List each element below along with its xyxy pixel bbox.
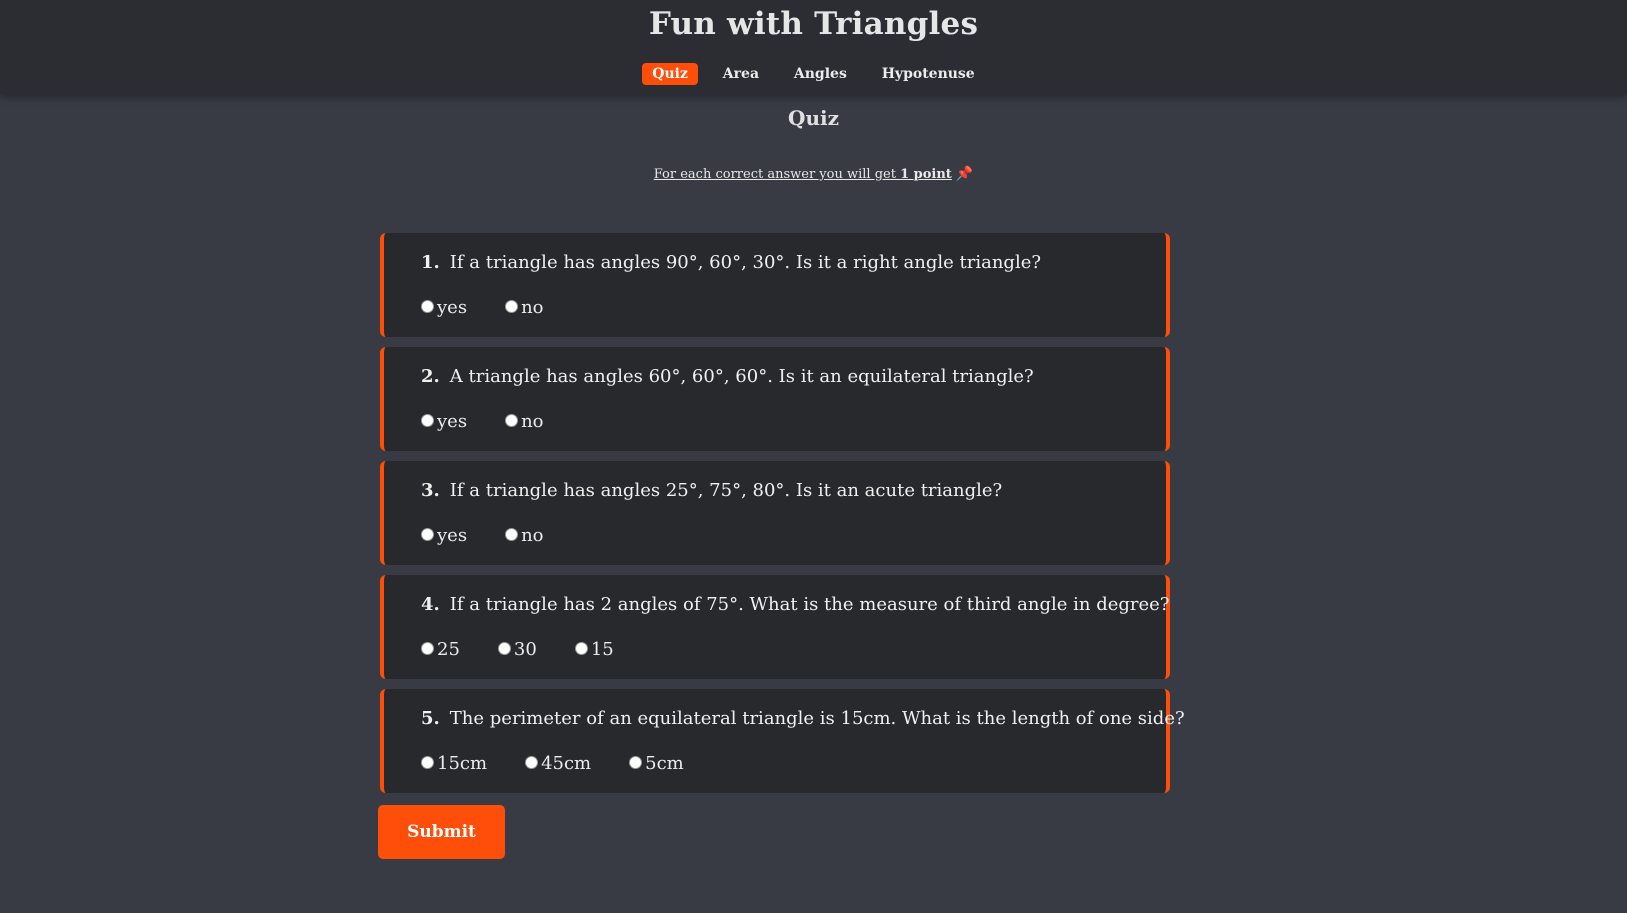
- page-title: Quiz: [788, 106, 839, 130]
- answer-option[interactable]: 15: [574, 639, 614, 660]
- answer-option-label: yes: [437, 411, 468, 432]
- nav-item-angles[interactable]: Angles: [784, 63, 857, 85]
- answer-option-label: 45cm: [541, 753, 592, 774]
- radio-button[interactable]: [505, 413, 519, 427]
- answer-options: yes no: [421, 297, 582, 318]
- points-note-prefix: For each correct answer you will get: [653, 167, 901, 182]
- question-text: 1. If a triangle has angles 90°, 60°, 30°…: [421, 252, 1041, 273]
- question-label: If a triangle has 2 angles of 75°. What …: [449, 594, 1170, 615]
- answer-option[interactable]: 25: [421, 639, 460, 660]
- answer-options: yes no: [421, 525, 582, 546]
- answer-option[interactable]: no: [505, 297, 544, 318]
- answer-option[interactable]: 5cm: [629, 753, 684, 774]
- answer-option-label: yes: [437, 525, 468, 546]
- radio-button[interactable]: [421, 299, 434, 313]
- answer-option-label: no: [521, 525, 544, 546]
- answer-option-label: 5cm: [645, 753, 684, 774]
- question-number: 1.: [421, 252, 440, 273]
- answer-option[interactable]: no: [505, 411, 544, 432]
- nav-item-hypotenuse[interactable]: Hypotenuse: [872, 63, 985, 85]
- answer-option-label: no: [521, 411, 544, 432]
- question-card: 2. A triangle has angles 60°, 60°, 60°. I…: [380, 347, 1170, 451]
- points-note-text: For each correct answer you will get 1 p…: [654, 167, 952, 182]
- answer-option[interactable]: no: [505, 525, 544, 546]
- radio-button[interactable]: [421, 527, 434, 541]
- answer-options: yes no: [421, 411, 582, 432]
- answer-option-label: 15: [590, 639, 614, 660]
- pushpin-icon: 📌: [955, 166, 974, 182]
- answer-option[interactable]: yes: [421, 297, 467, 318]
- radio-button[interactable]: [505, 299, 519, 313]
- question-label: If a triangle has angles 90°, 60°, 30°. …: [449, 252, 1042, 273]
- question-label: A triangle has angles 60°, 60°, 60°. Is …: [449, 366, 1034, 387]
- question-number: 3.: [421, 480, 440, 501]
- question-number: 5.: [421, 708, 440, 729]
- site-title: Fun with Triangles: [648, 6, 979, 42]
- site-header: Fun with Triangles Quiz Area Angles Hypo…: [0, 0, 1627, 94]
- question-text: 5. The perimeter of an equilateral triang…: [421, 708, 1185, 729]
- radio-button[interactable]: [525, 755, 539, 769]
- radio-button[interactable]: [421, 641, 434, 655]
- points-note: For each correct answer you will get 1 p…: [0, 166, 1627, 182]
- radio-button[interactable]: [497, 641, 511, 655]
- question-card: 1. If a triangle has angles 90°, 60°, 30°…: [380, 233, 1170, 337]
- answer-option-label: 25: [437, 639, 460, 660]
- answer-option[interactable]: 15cm: [421, 753, 487, 774]
- points-note-value: 1 point: [900, 167, 952, 182]
- question-card: 3. If a triangle has angles 25°, 75°, 80°…: [380, 461, 1170, 565]
- answer-option-label: 30: [513, 639, 537, 660]
- radio-button[interactable]: [421, 755, 434, 769]
- radio-button[interactable]: [421, 413, 434, 427]
- nav-item-quiz[interactable]: Quiz: [642, 63, 698, 85]
- question-number: 4.: [421, 594, 440, 615]
- radio-button[interactable]: [629, 755, 643, 769]
- main-nav: Quiz Area Angles Hypotenuse: [0, 63, 1627, 85]
- quiz-form: 1. If a triangle has angles 90°, 60°, 30°…: [380, 233, 1185, 803]
- question-label: The perimeter of an equilateral triangle…: [449, 708, 1185, 729]
- question-card: 4. If a triangle has 2 angles of 75°. Wha…: [380, 575, 1170, 679]
- submit-button[interactable]: Submit: [378, 805, 505, 859]
- answer-options: 15cm 45cm 5cm: [421, 753, 722, 774]
- answer-option-label: no: [521, 297, 544, 318]
- nav-item-area[interactable]: Area: [713, 63, 769, 85]
- answer-option-label: yes: [437, 297, 468, 318]
- answer-option-label: 15cm: [437, 753, 488, 774]
- question-card: 5. The perimeter of an equilateral triang…: [380, 689, 1185, 793]
- answer-options: 25 30 15: [421, 639, 652, 660]
- radio-button[interactable]: [505, 527, 519, 541]
- question-label: If a triangle has angles 25°, 75°, 80°. …: [449, 480, 1003, 501]
- question-text: 3. If a triangle has angles 25°, 75°, 80°…: [421, 480, 1002, 501]
- answer-option[interactable]: yes: [421, 525, 467, 546]
- answer-option[interactable]: 30: [497, 639, 537, 660]
- question-text: 4. If a triangle has 2 angles of 75°. Wha…: [421, 594, 1169, 615]
- answer-option[interactable]: 45cm: [525, 753, 591, 774]
- radio-button[interactable]: [574, 641, 588, 655]
- question-text: 2. A triangle has angles 60°, 60°, 60°. I…: [421, 366, 1034, 387]
- question-number: 2.: [421, 366, 440, 387]
- answer-option[interactable]: yes: [421, 411, 467, 432]
